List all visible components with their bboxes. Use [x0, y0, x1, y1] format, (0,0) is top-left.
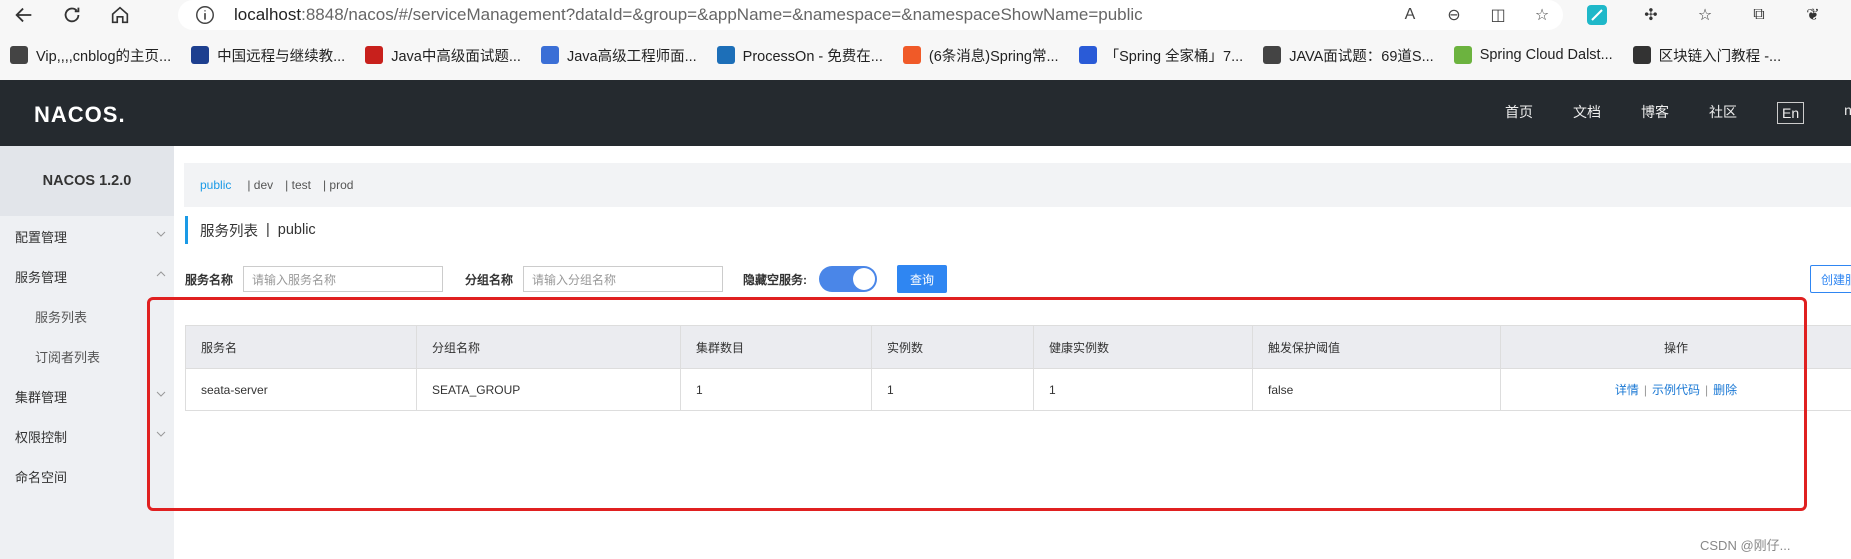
nav-docs[interactable]: 文档	[1573, 102, 1601, 124]
nav-home[interactable]: 首页	[1505, 102, 1533, 124]
arrow-left-icon	[15, 7, 32, 23]
sidebar-item-label: 订阅者列表	[35, 349, 101, 365]
chevron-up-icon	[156, 271, 166, 277]
bookmark-label: Vip,,,,cnblog的主页...	[36, 48, 172, 65]
diamond-icon	[191, 46, 210, 64]
namespace-bar: public | dev | test | prod	[184, 163, 1851, 207]
namespace-prod[interactable]: | prod	[323, 178, 353, 192]
profile-icon[interactable]: ❦	[1801, 4, 1825, 26]
refresh-icon	[64, 7, 80, 23]
home-button[interactable]	[100, 0, 140, 30]
sidebar-title: NACOS 1.2.0	[0, 146, 174, 216]
hide-empty-label: 隐藏空服务:	[743, 272, 808, 287]
bookmark-item[interactable]: (6条消息)Spring常...	[902, 45, 1059, 66]
collections-icon[interactable]: ⧉	[1747, 4, 1771, 26]
language-switch-button[interactable]: En	[1777, 102, 1805, 124]
sidebar-item-label: 服务列表	[35, 309, 88, 325]
hide-empty-toggle[interactable]	[819, 266, 878, 292]
filter-row: 服务名称 请输入服务名称 分组名称 请输入分组名称 隐藏空服务: 查询	[185, 265, 1851, 293]
bookmark-item[interactable]: 中国远程与继续教...	[191, 45, 345, 66]
bookmark-item[interactable]: ProcessOn - 免费在...	[716, 45, 883, 66]
split-screen-icon[interactable]: ◫	[1487, 4, 1509, 26]
bookmark-item[interactable]: 「Spring 全家桶」7...	[1078, 45, 1244, 66]
bookmark-item[interactable]: 区块链入门教程 -...	[1632, 45, 1782, 66]
group-name-input[interactable]: 请输入分组名称	[523, 266, 724, 292]
title-divider: |	[266, 222, 270, 238]
globe-icon	[540, 46, 559, 64]
zoom-out-icon[interactable]: ⊖	[1443, 4, 1465, 26]
bookmark-item[interactable]: Vip,,,,cnblog的主页...	[10, 45, 171, 66]
sidebar-item-label: 集群管理	[15, 389, 68, 405]
csdn-icon	[902, 46, 921, 64]
bookmark-label: (6条消息)Spring常...	[928, 48, 1059, 65]
red-highlight-box	[147, 297, 1807, 511]
url-text[interactable]: localhost:8848/nacos/#/serviceManagement…	[234, 5, 1143, 25]
sidebar-item-label: 权限控制	[15, 429, 68, 445]
favorite-star-icon[interactable]: ☆	[1531, 4, 1553, 26]
runner-icon	[1632, 46, 1651, 64]
group-name-label: 分组名称	[465, 272, 514, 287]
csdn-icon	[365, 46, 384, 64]
leaf-icon	[1453, 46, 1472, 64]
bookmark-label: ProcessOn - 免费在...	[742, 48, 883, 65]
page-title: 服务列表 | public	[185, 216, 316, 244]
page-namespace: public	[277, 222, 316, 238]
cnblog-icon	[10, 46, 28, 64]
refresh-button[interactable]	[52, 0, 92, 30]
extension-feather-icon[interactable]	[1585, 4, 1609, 26]
csdn-watermark: CSDN @刚仔...	[1700, 538, 1791, 553]
bookmark-item[interactable]: Java中高级面试题...	[365, 45, 521, 66]
bookmark-item[interactable]: Spring Cloud Dalst...	[1453, 46, 1613, 64]
processon-icon	[716, 46, 735, 64]
address-bar[interactable]: localhost:8848/nacos/#/serviceManagement…	[178, 0, 1563, 30]
sidebar-item-service[interactable]: 服务管理	[0, 256, 174, 296]
sidebar-item-label: 命名空间	[15, 469, 68, 485]
extensions-icon[interactable]: ✣	[1639, 4, 1663, 26]
nav-community[interactable]: 社区	[1709, 102, 1737, 124]
top-nav: 首页 文档 博客 社区 En na	[1505, 102, 1851, 124]
bookmark-item[interactable]: JAVA面试题：69道S...	[1263, 45, 1434, 66]
url-host: localhost	[234, 5, 302, 24]
bookmark-label: JAVA面试题：69道S...	[1289, 48, 1434, 65]
bookmark-item[interactable]: Java高级工程师面...	[540, 45, 697, 66]
bookmark-label: Java高级工程师面...	[566, 48, 697, 65]
nav-blog[interactable]: 博客	[1641, 102, 1669, 124]
bookmarks-bar: Vip,,,,cnblog的主页... 中国远程与继续教... Java中高级面试题…	[0, 30, 1851, 80]
page-title-text: 服务列表	[200, 223, 258, 240]
browser-toolbar: localhost:8848/nacos/#/serviceManagement…	[0, 0, 1851, 30]
namespace-test[interactable]: | test	[285, 178, 311, 192]
nacos-logo[interactable]: NACOS.	[34, 102, 126, 128]
sidebar-item-config[interactable]: 配置管理	[0, 216, 174, 256]
create-service-button[interactable]: 创建服	[1810, 265, 1851, 293]
namespace-public[interactable]: public	[200, 178, 231, 192]
url-path: :8848/nacos/#/serviceManagement?dataId=&…	[301, 5, 1143, 24]
bookmark-label: Java中高级面试题...	[391, 48, 521, 65]
back-button[interactable]	[4, 0, 44, 30]
sidebar-item-label: 配置管理	[15, 229, 68, 245]
namespace-dev[interactable]: | dev	[247, 178, 273, 192]
info-icon[interactable]	[194, 4, 216, 26]
service-name-label: 服务名称	[185, 272, 234, 287]
query-button[interactable]: 查询	[897, 265, 948, 293]
bookmark-label: 「Spring 全家桶」7...	[1104, 48, 1244, 65]
paw-icon	[1078, 46, 1097, 64]
read-aloud-icon[interactable]: A	[1399, 4, 1421, 26]
bookmark-label: Spring Cloud Dalst...	[1479, 47, 1613, 63]
service-name-input[interactable]: 请输入服务名称	[243, 266, 444, 292]
home-icon	[111, 6, 129, 24]
user-name[interactable]: na	[1844, 102, 1851, 124]
bookmark-label: 区块链入门教程 -...	[1658, 48, 1782, 65]
favorites-list-icon[interactable]: ☆	[1693, 4, 1717, 26]
toggle-knob	[853, 268, 876, 290]
cnblog-icon	[1263, 46, 1282, 64]
bookmark-label: 中国远程与继续教...	[217, 48, 346, 65]
chevron-down-icon	[156, 231, 166, 237]
sidebar-item-label: 服务管理	[15, 269, 68, 285]
app-header: NACOS. 首页 文档 博客 社区 En na	[0, 80, 1851, 146]
